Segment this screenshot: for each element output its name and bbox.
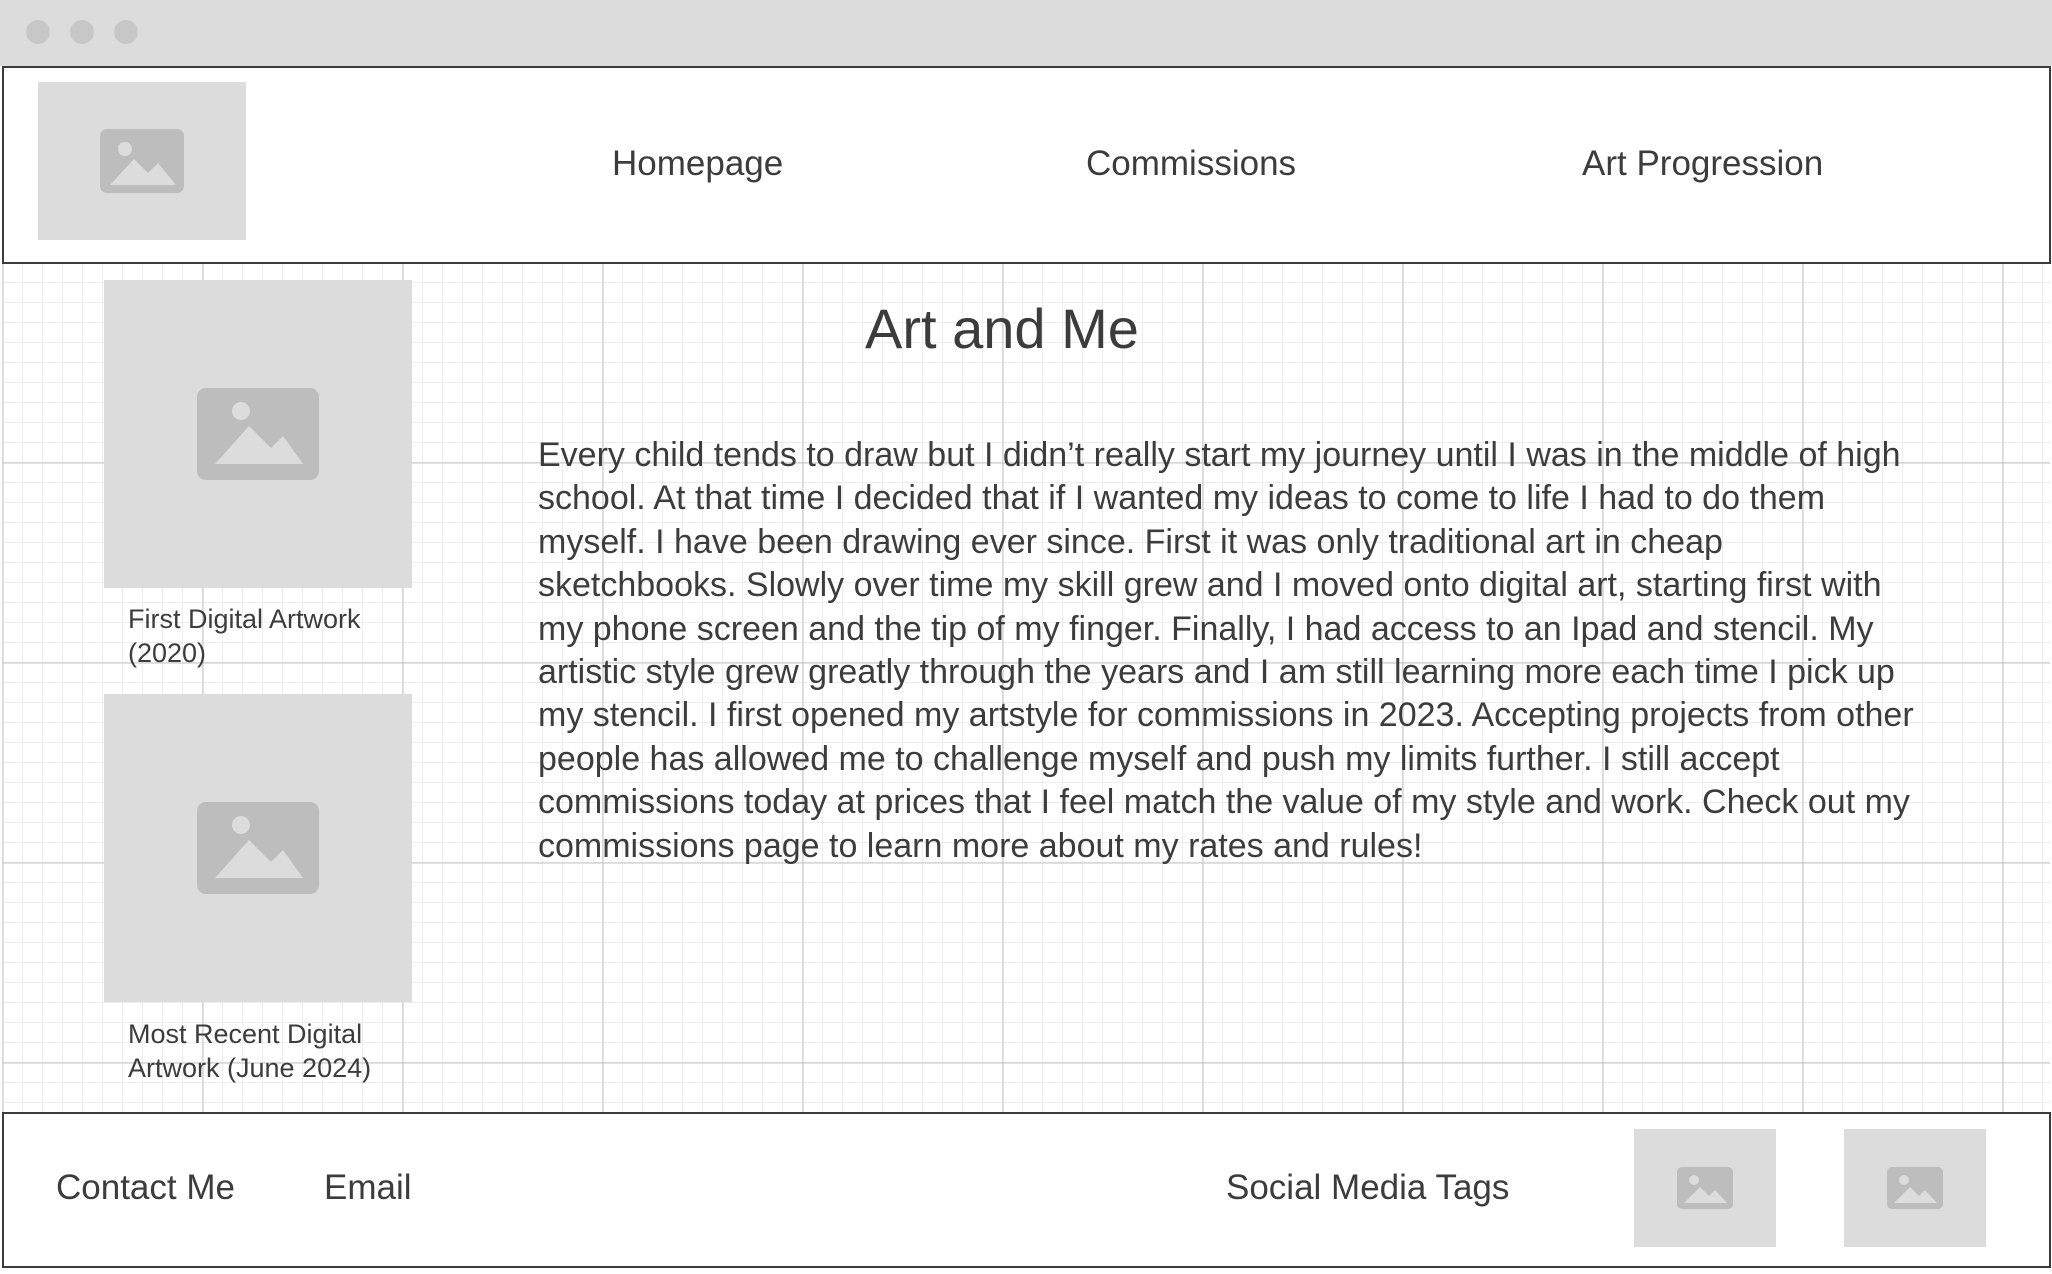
nav-homepage[interactable]: Homepage: [612, 144, 783, 184]
artwork-caption-recent: Most Recent Digital Artwork (June 2024): [128, 1019, 372, 1083]
artwork-caption-first: First Digital Artwork (2020): [128, 604, 361, 668]
window-minimize-button[interactable]: [70, 20, 94, 44]
social-media-label: Social Media Tags: [1226, 1168, 1510, 1207]
page-title: Art and Me: [865, 297, 1139, 360]
social-media-link-1[interactable]: [1634, 1129, 1776, 1247]
window-close-button[interactable]: [26, 20, 50, 44]
social-media-link-2[interactable]: [1844, 1129, 1986, 1247]
about-paragraph: Every child tends to draw but I didn’t r…: [538, 436, 1914, 865]
email-link[interactable]: Email: [324, 1168, 412, 1208]
artwork-image-first: [104, 280, 412, 588]
image-placeholder-icon: [1887, 1167, 1943, 1209]
image-placeholder-icon: [100, 129, 184, 193]
nav-art-progression[interactable]: Art Progression: [1582, 144, 1823, 184]
image-placeholder-icon: [1677, 1167, 1733, 1209]
nav-commissions[interactable]: Commissions: [1086, 144, 1296, 184]
window-titlebar: [0, 0, 2052, 66]
contact-me-link[interactable]: Contact Me: [56, 1168, 235, 1208]
artwork-image-recent: [104, 694, 412, 1002]
image-placeholder-icon: [197, 388, 319, 480]
image-placeholder-icon: [197, 802, 319, 894]
logo[interactable]: [38, 82, 246, 240]
window-maximize-button[interactable]: [114, 20, 138, 44]
